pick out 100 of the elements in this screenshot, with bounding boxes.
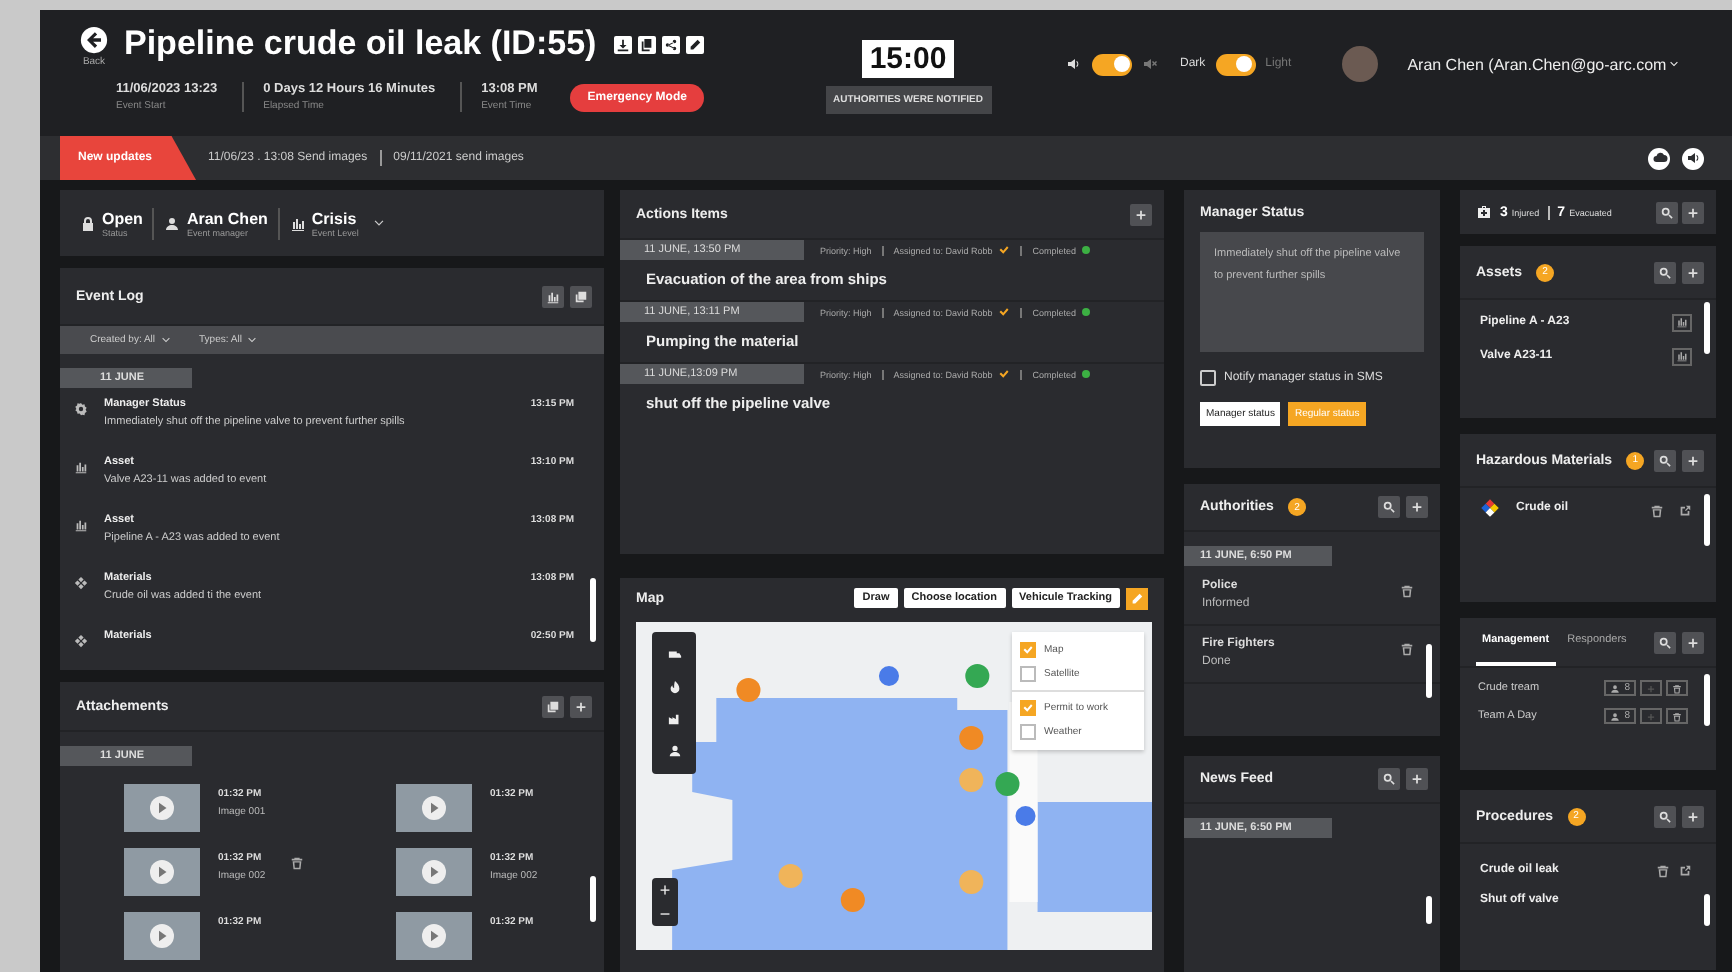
user-menu[interactable]: Aran Chen (Aran.Chen@go-arc.com [1407,55,1681,73]
trash-icon[interactable] [289,856,304,870]
search-button[interactable] [1378,768,1400,790]
plus-icon [574,699,588,713]
diamond-icon [74,576,88,590]
plus-icon [1646,711,1656,721]
search-button[interactable] [1654,631,1676,653]
zoom-button[interactable]: − [652,902,678,926]
scrollbar-thumb[interactable] [1426,896,1432,924]
copy-button[interactable] [638,35,657,53]
bar-chart-icon [74,460,88,474]
gallery-button[interactable] [570,285,592,307]
gallery-icon [574,289,588,303]
plus-icon [1686,635,1700,649]
map-pin[interactable] [1015,806,1036,826]
add-button[interactable] [1682,449,1704,471]
add-button[interactable] [570,695,592,717]
play-icon[interactable] [422,924,446,948]
sound-toggle[interactable] [1092,53,1132,75]
external-link-icon[interactable] [1678,864,1692,878]
download-button[interactable] [614,35,633,53]
map-pin[interactable] [878,666,899,686]
bar-chart-icon [546,289,560,303]
share-icon [664,37,679,51]
scrollbar-thumb[interactable] [1426,644,1432,698]
search-button[interactable] [1654,261,1676,283]
delete-button[interactable] [1666,708,1688,724]
chevron-down-icon [159,334,172,346]
share-button[interactable] [662,35,681,53]
play-icon[interactable] [150,924,174,948]
search-icon [1382,500,1396,514]
check-icon [998,368,1011,380]
search-button[interactable] [1656,201,1678,223]
search-button[interactable] [1654,805,1676,827]
status-value: Open [102,209,143,227]
user-avatar[interactable] [1341,46,1378,82]
trash-icon[interactable] [1656,864,1670,878]
search-icon [1658,265,1672,279]
map-pin[interactable] [965,664,990,688]
zoom-button[interactable]: + [652,878,678,902]
trash-icon[interactable] [1400,642,1414,656]
search-button[interactable] [1654,449,1676,471]
flame-icon[interactable] [667,680,681,694]
scrollbar-thumb[interactable] [1704,302,1710,354]
plus-icon [1686,265,1700,279]
scrollbar-thumb[interactable] [1704,894,1710,926]
bar-chart-icon [74,518,88,532]
chevron-down-icon [245,334,258,346]
asset-chart-button[interactable] [1672,313,1692,331]
person-icon[interactable] [667,744,681,758]
scrollbar-thumb[interactable] [1704,494,1710,546]
add-button[interactable] [1406,496,1428,518]
add-button[interactable] [1682,201,1704,223]
sound-button[interactable] [1682,147,1704,169]
bar-chart-icon [289,215,306,231]
truck-icon[interactable] [667,648,681,662]
search-icon [1382,772,1396,786]
lock-icon [80,215,96,231]
trash-icon[interactable] [1400,584,1414,598]
add-button[interactable] [1682,805,1704,827]
external-link-icon[interactable] [1678,503,1692,517]
check-icon [998,244,1011,256]
plus-icon [1134,207,1148,221]
scrollbar-thumb[interactable] [1704,674,1710,726]
add-button[interactable] [1130,203,1152,225]
trash-icon[interactable] [1650,503,1664,517]
theme-toggle[interactable] [1215,53,1256,75]
add-button[interactable] [1406,768,1428,790]
chevron-down-icon[interactable] [372,216,387,230]
play-icon[interactable] [150,796,174,820]
download-icon [616,37,631,51]
edit-button[interactable] [1126,587,1148,609]
delete-button[interactable] [1666,680,1688,696]
play-icon[interactable] [422,796,446,820]
add-button[interactable] [1682,261,1704,283]
edit-button[interactable] [686,35,705,53]
medical-kit-icon [1476,204,1492,220]
scrollbar-thumb[interactable] [590,876,596,922]
search-button[interactable] [1378,496,1400,518]
pencil-icon [1130,591,1144,605]
play-icon[interactable] [422,860,446,884]
play-icon[interactable] [150,860,174,884]
gallery-icon [546,699,560,713]
person-icon [1610,711,1621,721]
bar-chart-icon [1676,316,1688,328]
map-pin[interactable] [995,772,1020,796]
search-icon [1658,453,1672,467]
asset-chart-button[interactable] [1672,347,1692,365]
incident-title: Pipeline crude oil leak (ID:55) [124,24,597,64]
factory-icon[interactable] [667,712,681,726]
add-button[interactable] [1682,631,1704,653]
cloud-button[interactable] [1648,147,1670,169]
export-button[interactable] [542,285,564,307]
status-dot [1082,370,1091,378]
gear-icon [74,402,88,416]
gallery-button[interactable] [542,695,564,717]
water-area [1037,802,1152,912]
plus-icon [1410,772,1424,786]
speaker-icon [1066,56,1082,72]
scrollbar-thumb[interactable] [590,578,596,642]
